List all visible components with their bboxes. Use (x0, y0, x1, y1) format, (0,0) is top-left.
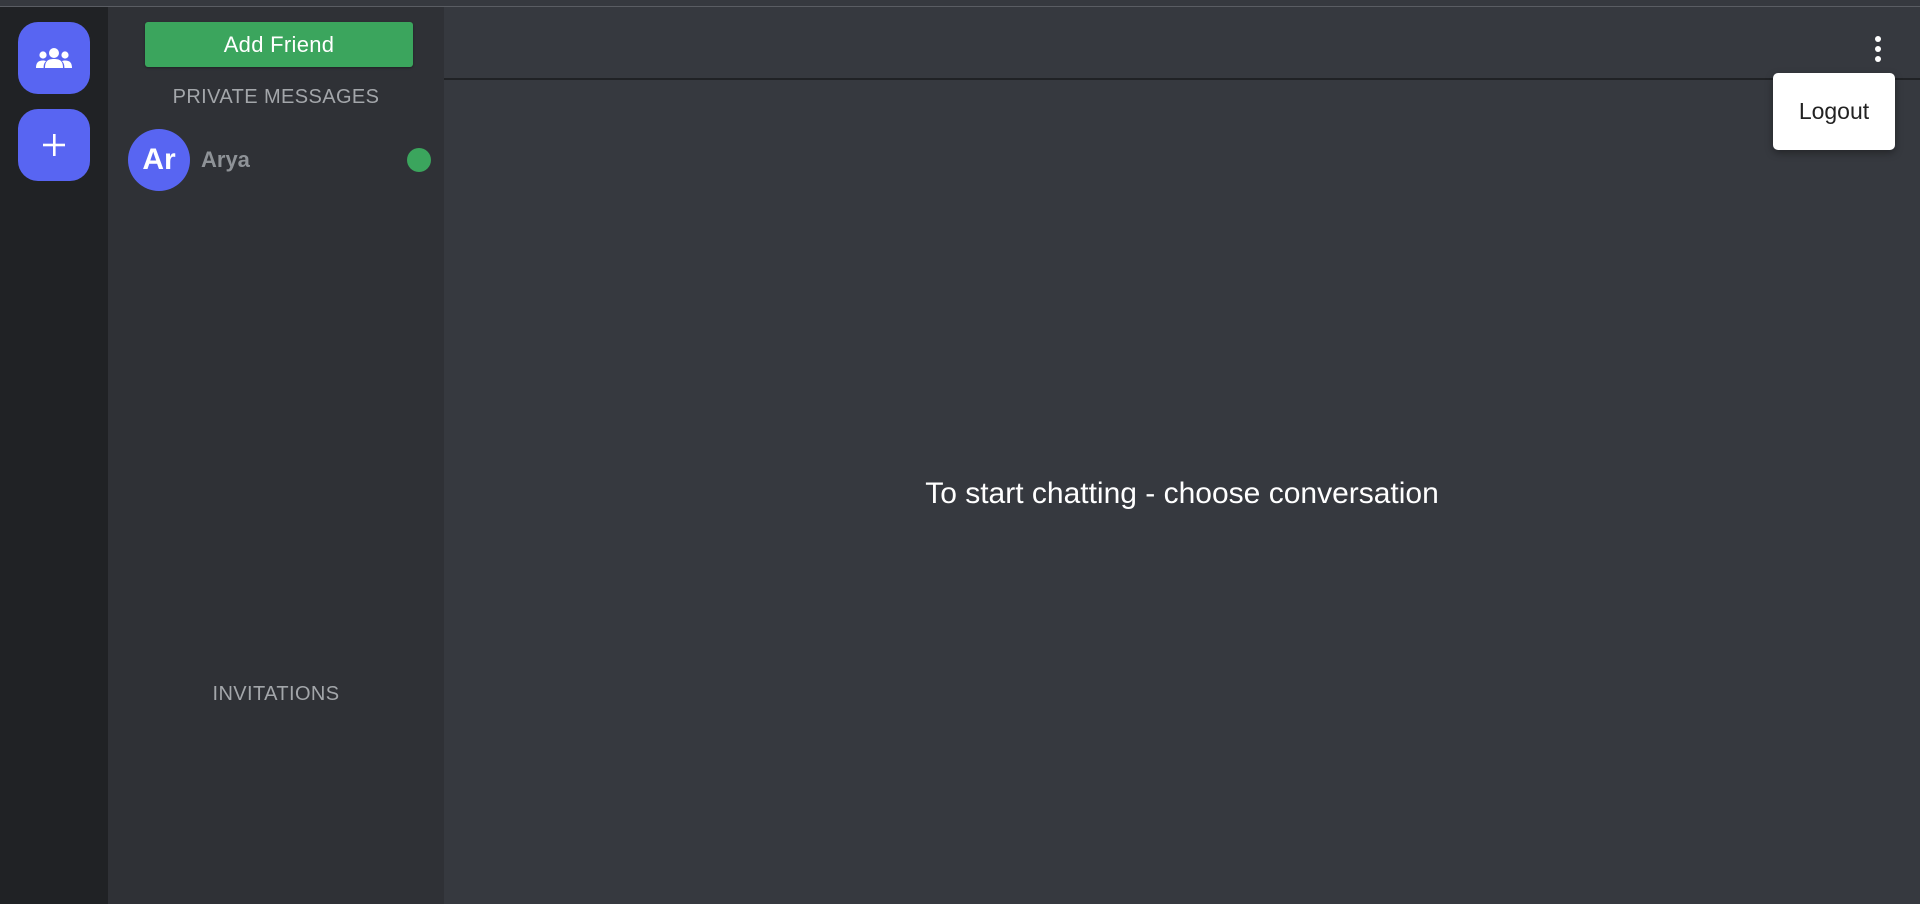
invitations-heading: INVITATIONS (212, 683, 340, 705)
private-messages-heading: PRIVATE MESSAGES (172, 86, 380, 108)
add-server-button[interactable] (18, 109, 90, 181)
conversations-sidebar: Add Friend PRIVATE MESSAGES Ar Arya INVI… (108, 7, 444, 904)
more-vertical-icon (1875, 36, 1881, 62)
logout-menu-item[interactable]: Logout (1773, 73, 1895, 150)
avatar: Ar (128, 129, 190, 191)
friends-home-button[interactable] (18, 22, 90, 94)
add-friend-button[interactable]: Add Friend (145, 22, 413, 67)
friend-list-item[interactable]: Ar Arya (108, 127, 444, 193)
server-rail (0, 7, 108, 904)
chat-main-area: To start chatting - choose conversation (444, 7, 1920, 904)
window-top-edge (0, 0, 1920, 7)
friend-name: Arya (201, 147, 250, 172)
plus-icon (43, 134, 65, 156)
chat-header (444, 7, 1920, 80)
empty-state-message: To start chatting - choose conversation (925, 477, 1439, 510)
options-dropdown-menu: Logout (1773, 73, 1895, 150)
more-options-button[interactable] (1856, 27, 1900, 71)
online-status-indicator (407, 148, 431, 172)
groups-icon (36, 48, 72, 68)
